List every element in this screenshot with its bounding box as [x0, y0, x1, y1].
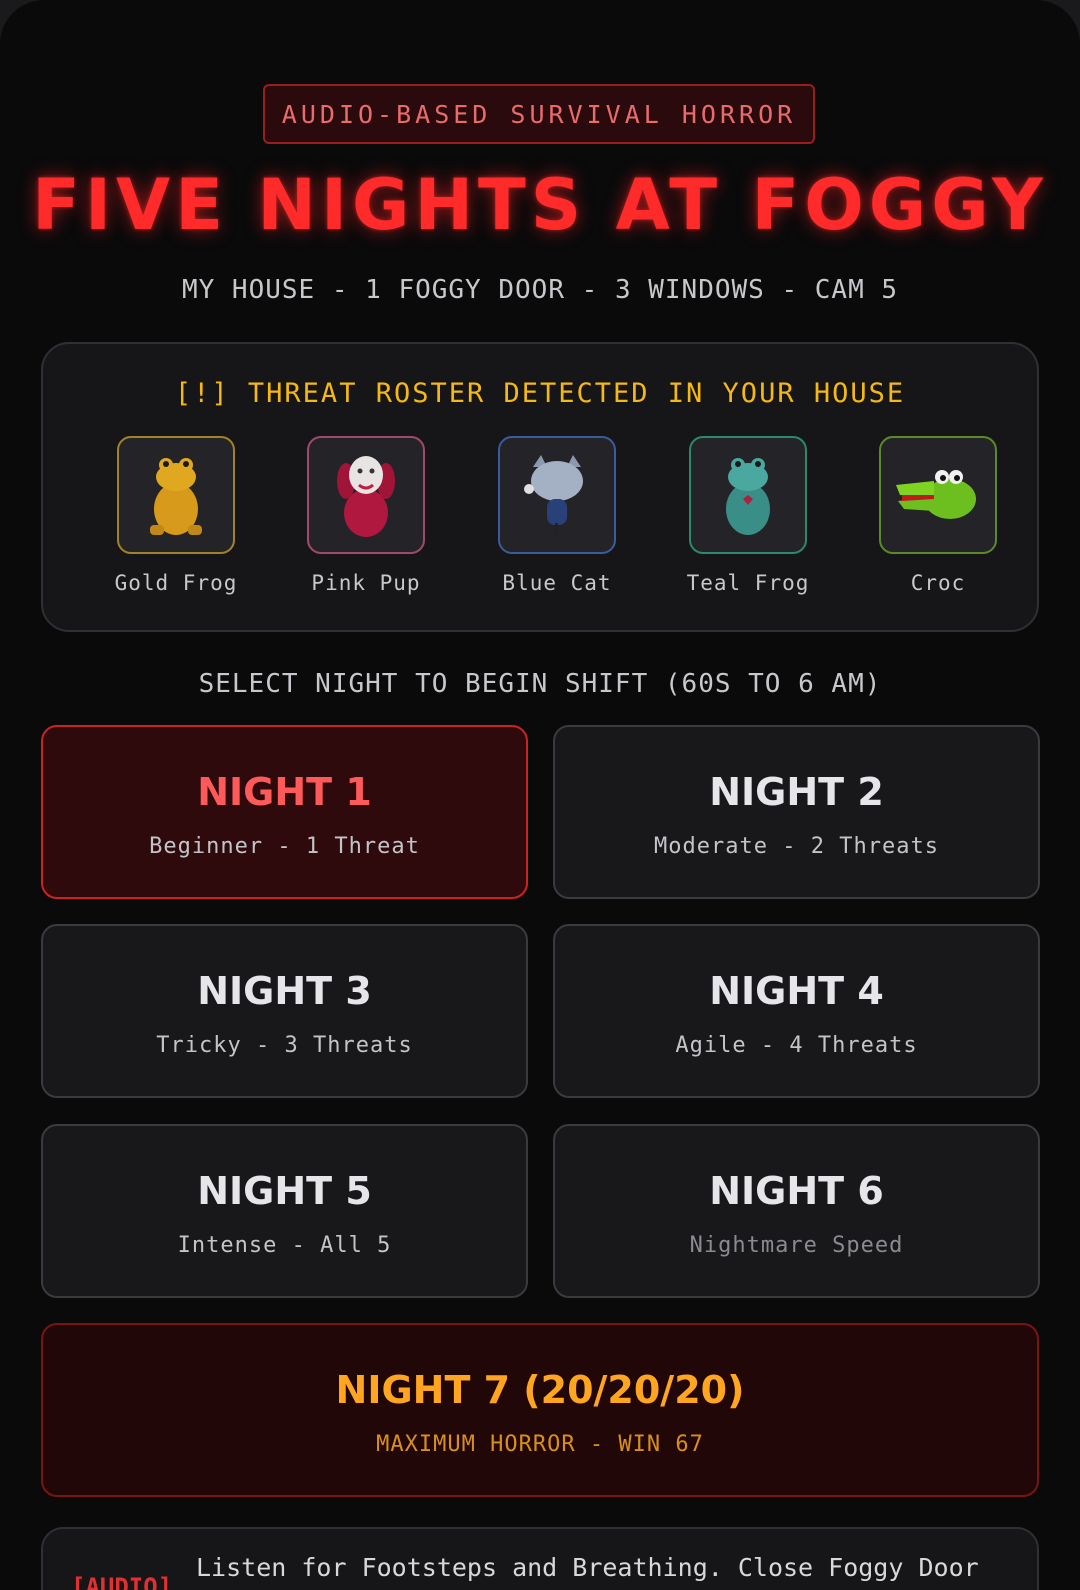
night-3-button[interactable]: NIGHT 3 Tricky - 3 Threats: [41, 924, 528, 1098]
night-5-button[interactable]: NIGHT 5 Intense - All 5: [41, 1124, 528, 1298]
character-name: Pink Pup: [311, 571, 421, 595]
gold-frog-icon: [117, 436, 235, 554]
night-description: Agile - 4 Threats: [675, 1033, 918, 1058]
croc-icon: [879, 436, 997, 554]
character-name: Croc: [910, 571, 966, 595]
night-label: NIGHT 2: [709, 770, 884, 814]
night-label: NIGHT 1: [197, 770, 372, 814]
character-croc[interactable]: Croc: [848, 436, 1028, 598]
night-label: NIGHT 6: [709, 1169, 884, 1213]
character-blue-cat[interactable]: Blue Cat: [467, 436, 647, 598]
audio-tag: [AUDIO]: [71, 1573, 173, 1590]
night-description: MAXIMUM HORROR - WIN 67: [376, 1432, 704, 1457]
night-description: Intense - All 5: [177, 1233, 392, 1258]
night-label: NIGHT 3: [197, 969, 372, 1013]
threat-roster-panel: [!] THREAT ROSTER DETECTED IN YOUR HOUSE…: [41, 342, 1039, 632]
game-menu-screen: AUDIO-BASED SURVIVAL HORROR FIVE NIGHTS …: [0, 0, 1080, 1590]
character-teal-frog[interactable]: Teal Frog: [658, 436, 838, 598]
threat-roster-title: [!] THREAT ROSTER DETECTED IN YOUR HOUSE: [174, 378, 906, 409]
night-2-button[interactable]: NIGHT 2 Moderate - 2 Threats: [553, 725, 1040, 899]
night-label: NIGHT 7 (20/20/20): [335, 1368, 745, 1412]
night-description: Nightmare Speed: [689, 1233, 904, 1258]
pink-pup-icon: [307, 436, 425, 554]
night-description: Beginner - 1 Threat: [149, 834, 420, 859]
character-name: Teal Frog: [686, 571, 810, 595]
genre-tag: AUDIO-BASED SURVIVAL HORROR: [263, 84, 815, 144]
audio-tip-panel: [AUDIO] Listen for Footsteps and Breathi…: [41, 1527, 1039, 1590]
night-1-button[interactable]: NIGHT 1 Beginner - 1 Threat: [41, 725, 528, 899]
night-label: NIGHT 4: [709, 969, 884, 1013]
night-6-button[interactable]: NIGHT 6 Nightmare Speed: [553, 1124, 1040, 1298]
game-title: FIVE NIGHTS AT FOGGY: [32, 164, 1048, 246]
night-label: NIGHT 5: [197, 1169, 372, 1213]
night-4-button[interactable]: NIGHT 4 Agile - 4 Threats: [553, 924, 1040, 1098]
character-name: Gold Frog: [114, 571, 238, 595]
blue-cat-icon: [498, 436, 616, 554]
night-description: Moderate - 2 Threats: [654, 834, 939, 859]
night-description: Tricky - 3 Threats: [156, 1033, 413, 1058]
audio-tip-text: Listen for Footsteps and Breathing. Clos…: [196, 1553, 979, 1582]
character-name: Blue Cat: [502, 571, 612, 595]
game-subtitle: MY HOUSE - 1 FOGGY DOOR - 3 WINDOWS - CA…: [181, 275, 899, 305]
night-7-button[interactable]: NIGHT 7 (20/20/20) MAXIMUM HORROR - WIN …: [41, 1323, 1039, 1497]
select-night-label: SELECT NIGHT TO BEGIN SHIFT (60S TO 6 AM…: [198, 669, 882, 699]
character-gold-frog[interactable]: Gold Frog: [86, 436, 266, 598]
teal-frog-icon: [689, 436, 807, 554]
character-pink-pup[interactable]: Pink Pup: [276, 436, 456, 598]
